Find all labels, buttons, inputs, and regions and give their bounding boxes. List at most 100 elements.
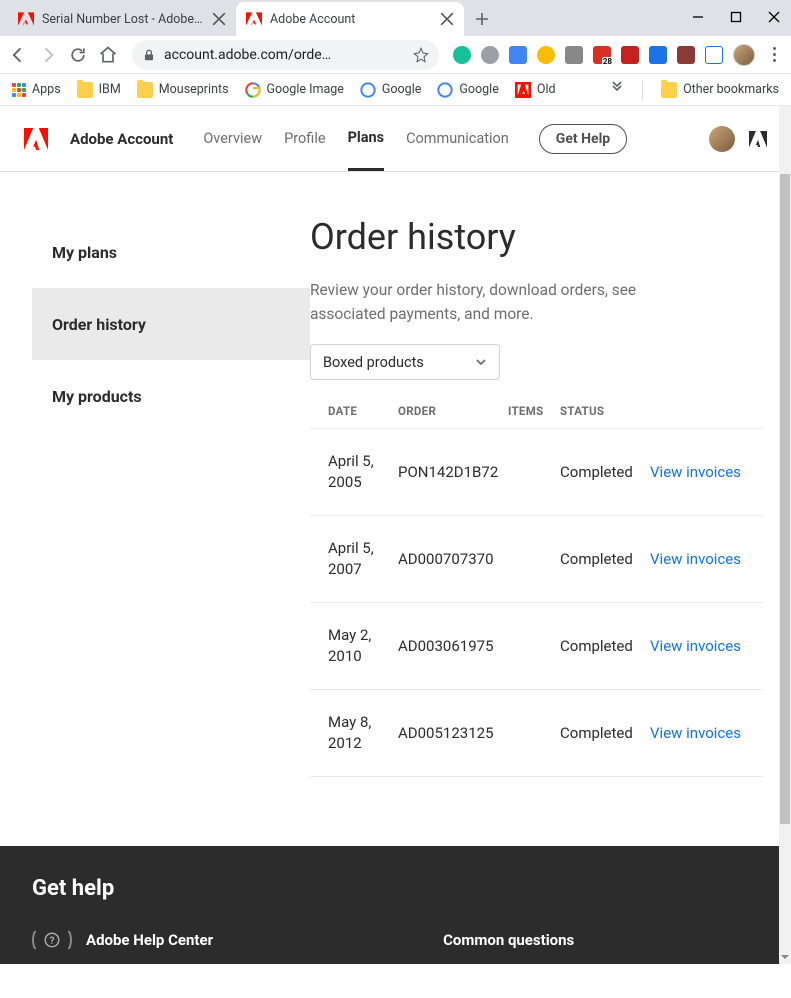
extension-icon[interactable] bbox=[481, 46, 499, 64]
page-title: Order history bbox=[310, 216, 763, 258]
sidebar-item-my-plans[interactable]: My plans bbox=[32, 216, 310, 288]
bookmark-label: Google bbox=[459, 82, 498, 97]
bookmark-item[interactable]: Google Image bbox=[245, 82, 344, 98]
new-tab-button[interactable] bbox=[468, 5, 496, 33]
adobe-icon bbox=[515, 82, 531, 98]
browser-tab-inactive[interactable]: Serial Number Lost - Adobe Supp bbox=[8, 2, 236, 36]
bookmarks-overflow-icon[interactable] bbox=[610, 81, 624, 99]
view-invoices-link[interactable]: View invoices bbox=[650, 724, 741, 742]
vertical-scrollbar[interactable] bbox=[779, 106, 791, 964]
page-viewport: Adobe Account Overview Profile Plans Com… bbox=[0, 106, 791, 964]
bookmark-label: Other bookmarks bbox=[683, 82, 779, 97]
view-invoices-link[interactable]: View invoices bbox=[650, 463, 741, 481]
brand-title: Adobe Account bbox=[70, 130, 173, 148]
cell-status: Completed bbox=[560, 724, 650, 742]
table-header: DATE ORDER ITEMS STATUS bbox=[310, 394, 763, 429]
product-filter-dropdown[interactable]: Boxed products bbox=[310, 344, 500, 380]
extension-icon[interactable] bbox=[705, 46, 723, 64]
google-icon bbox=[360, 82, 376, 98]
help-icon: ? bbox=[32, 931, 72, 949]
close-icon[interactable] bbox=[212, 12, 226, 26]
url-text: account.adobe.com/orde… bbox=[164, 47, 405, 63]
profile-avatar[interactable] bbox=[733, 44, 755, 66]
browser-tab-active[interactable]: Adobe Account bbox=[236, 2, 464, 36]
tab-title: Adobe Account bbox=[270, 12, 432, 27]
nav-communication[interactable]: Communication bbox=[406, 108, 509, 169]
page-description: Review your order history, download orde… bbox=[310, 278, 710, 326]
cell-order: PON142D1B72 bbox=[398, 463, 508, 481]
nav-plans[interactable]: Plans bbox=[348, 107, 385, 171]
forward-button[interactable] bbox=[38, 45, 58, 65]
sidebar-item-order-history[interactable]: Order history bbox=[32, 288, 310, 360]
extension-icon[interactable] bbox=[565, 46, 583, 64]
browser-menu-button[interactable] bbox=[765, 46, 783, 64]
close-icon[interactable] bbox=[440, 12, 454, 26]
svg-text:?: ? bbox=[49, 934, 54, 947]
user-avatar[interactable] bbox=[709, 126, 735, 152]
close-window-button[interactable] bbox=[765, 8, 783, 26]
extension-icon[interactable] bbox=[453, 46, 471, 64]
site-header: Adobe Account Overview Profile Plans Com… bbox=[0, 106, 791, 172]
cell-status: Completed bbox=[560, 463, 650, 481]
cell-status: Completed bbox=[560, 637, 650, 655]
apps-button[interactable]: Apps bbox=[12, 82, 61, 97]
folder-icon bbox=[77, 82, 93, 98]
view-invoices-link[interactable]: View invoices bbox=[650, 637, 741, 655]
column-order: ORDER bbox=[398, 404, 508, 418]
maximize-button[interactable] bbox=[727, 8, 745, 26]
footer-help-center[interactable]: ? Adobe Help Center bbox=[32, 931, 213, 949]
bookmark-label: Google bbox=[382, 82, 421, 97]
extension-icon[interactable] bbox=[677, 46, 695, 64]
extension-icon[interactable] bbox=[537, 46, 555, 64]
bookmark-label: Google Image bbox=[267, 82, 344, 97]
bookmark-star-icon[interactable] bbox=[413, 47, 429, 63]
bookmark-item[interactable]: Google bbox=[360, 82, 421, 98]
footer-label: Adobe Help Center bbox=[86, 931, 213, 949]
extension-icon[interactable]: 28 bbox=[593, 46, 611, 64]
cell-date: May 2, 2010 bbox=[328, 625, 398, 667]
cell-order: AD005123125 bbox=[398, 724, 508, 742]
divider bbox=[642, 81, 643, 99]
nav-overview[interactable]: Overview bbox=[203, 108, 262, 169]
cell-date: April 5, 2007 bbox=[328, 538, 398, 580]
main-content: My plans Order history My products Order… bbox=[0, 172, 791, 777]
bookmark-item[interactable]: Google bbox=[437, 82, 498, 98]
table-row: May 2, 2010 AD003061975 Completed View i… bbox=[310, 603, 763, 690]
home-button[interactable] bbox=[98, 45, 118, 65]
dropdown-label: Boxed products bbox=[323, 354, 424, 371]
bookmark-item[interactable]: Old bbox=[515, 82, 556, 98]
cell-date: April 5, 2005 bbox=[328, 451, 398, 493]
table-row: April 5, 2005 PON142D1B72 Completed View… bbox=[310, 429, 763, 516]
column-action bbox=[650, 404, 745, 418]
sidebar-item-my-products[interactable]: My products bbox=[32, 360, 310, 432]
sidebar: My plans Order history My products bbox=[0, 216, 310, 777]
minimize-button[interactable] bbox=[689, 8, 707, 26]
bookmark-item[interactable]: Mouseprints bbox=[137, 82, 229, 98]
google-icon bbox=[245, 82, 261, 98]
adobe-mark-icon[interactable] bbox=[749, 131, 767, 147]
bookmark-item[interactable]: IBM bbox=[77, 82, 121, 98]
lock-icon bbox=[142, 48, 156, 62]
cell-status: Completed bbox=[560, 550, 650, 568]
content-area: Order history Review your order history,… bbox=[310, 216, 791, 777]
extension-icon[interactable] bbox=[509, 46, 527, 64]
scrollbar-thumb[interactable] bbox=[780, 174, 790, 824]
cell-date: May 8, 2012 bbox=[328, 712, 398, 754]
extension-icon[interactable] bbox=[621, 46, 639, 64]
other-bookmarks[interactable]: Other bookmarks bbox=[661, 82, 779, 98]
address-bar[interactable]: account.adobe.com/orde… bbox=[132, 40, 439, 70]
scroll-down-icon[interactable] bbox=[779, 950, 791, 964]
extension-icon[interactable] bbox=[649, 46, 667, 64]
footer-common-questions[interactable]: Common questions bbox=[443, 931, 574, 949]
google-icon bbox=[437, 82, 453, 98]
cell-order: AD003061975 bbox=[398, 637, 508, 655]
apps-grid-icon bbox=[12, 83, 26, 97]
view-invoices-link[interactable]: View invoices bbox=[650, 550, 741, 568]
back-button[interactable] bbox=[8, 45, 28, 65]
adobe-logo-icon bbox=[24, 128, 48, 150]
get-help-button[interactable]: Get Help bbox=[539, 124, 627, 154]
bookmark-label: Apps bbox=[32, 82, 61, 97]
reload-button[interactable] bbox=[68, 45, 88, 65]
nav-profile[interactable]: Profile bbox=[284, 108, 325, 169]
bookmark-label: Old bbox=[537, 82, 556, 97]
